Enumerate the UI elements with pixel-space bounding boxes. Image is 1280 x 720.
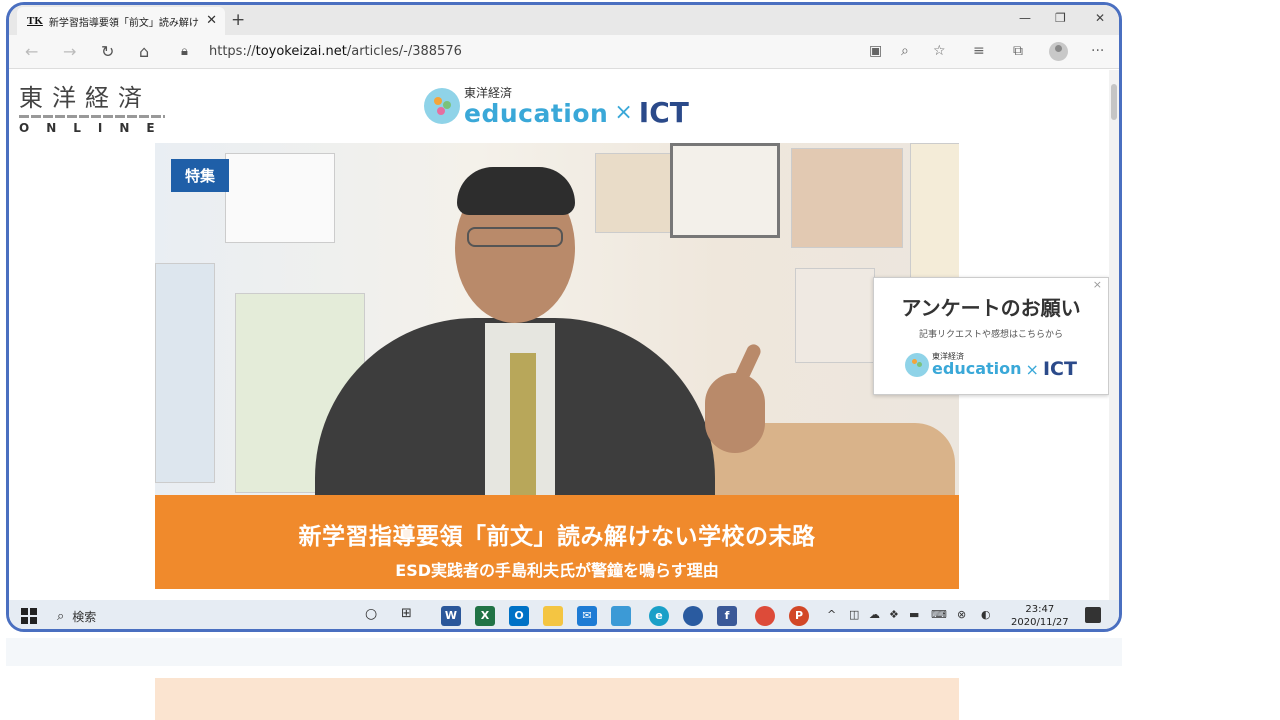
reflection-caption	[155, 678, 959, 720]
edge-icon[interactable]: e	[649, 606, 669, 626]
file-explorer-icon[interactable]	[543, 606, 563, 626]
remote-desktop-icon[interactable]	[611, 606, 631, 626]
clock-time: 23:47	[1025, 604, 1055, 615]
background-poster	[225, 153, 335, 243]
person-glasses	[467, 227, 563, 247]
brand-text: 東洋経済 education	[464, 87, 608, 126]
reflection-taskbar	[6, 638, 1122, 666]
url-field[interactable]: https://toyokeizai.net/articles/-/388576	[209, 44, 462, 59]
site-favicon-icon: TK	[27, 15, 43, 27]
restore-icon[interactable]: ❐	[1055, 11, 1066, 25]
chevron-up-icon[interactable]: ^	[827, 608, 836, 621]
home-icon[interactable]: ⌂	[139, 42, 149, 61]
url-host: toyokeizai.net	[255, 44, 347, 59]
zoom-icon[interactable]: ⌕	[901, 43, 909, 59]
mail-icon[interactable]: ✉	[577, 606, 597, 626]
forward-icon[interactable]: →	[63, 42, 76, 61]
profile-avatar[interactable]	[1049, 42, 1068, 61]
refresh-icon[interactable]: ↻	[101, 42, 114, 61]
outlook-icon[interactable]: O	[509, 606, 529, 626]
minimize-icon[interactable]: —	[1019, 11, 1031, 25]
logo-kanji: 東洋経済	[19, 84, 151, 112]
favorite-star-icon[interactable]: ☆	[933, 43, 946, 59]
survey-brand-text: 東洋経済 education	[932, 353, 1022, 377]
notification-icon[interactable]	[1085, 607, 1101, 623]
survey-brand-ict: ICT	[1042, 358, 1077, 380]
powerpoint-icon[interactable]: P	[789, 606, 809, 626]
task-view-icon[interactable]: ⊞	[401, 606, 412, 621]
person-finger	[731, 342, 763, 389]
logo-divider	[19, 115, 165, 118]
volume-muted-icon[interactable]: ⊗	[957, 608, 966, 621]
windows-start-icon[interactable]	[21, 608, 37, 624]
education-ict-logo[interactable]: 東洋経済 education × ICT	[424, 84, 689, 129]
windows-taskbar: ⌕ 検索 ○ ⊞ W X O ✉ e f P ^ ◫ ☁ ❖ ▬ ⌨ ⊗ ◐ 2…	[9, 600, 1119, 629]
word-icon[interactable]: W	[441, 606, 461, 626]
brand-x: ×	[614, 99, 633, 125]
close-window-icon[interactable]: ✕	[1095, 11, 1105, 25]
background-poster	[155, 263, 215, 483]
browser-tab[interactable]: TK 新学習指導要領「前文」読み解けな ✕	[17, 7, 225, 35]
person-tie	[510, 353, 536, 495]
chrome-icon[interactable]	[755, 606, 775, 626]
security-icon[interactable]: ◐	[981, 608, 991, 621]
search-icon: ⌕	[57, 608, 65, 624]
cortana-icon[interactable]: ○	[365, 606, 377, 622]
education-badge-icon	[905, 353, 930, 377]
tray-app-icon[interactable]: ◫	[849, 608, 859, 621]
address-bar-row: ← → ↻ ⌂ 🔒︎ https://toyokeizai.net/articl…	[9, 35, 1119, 69]
feature-badge: 特集	[171, 159, 230, 192]
background-poster	[910, 143, 959, 283]
background-certificate	[670, 143, 780, 238]
new-tab-button[interactable]: +	[231, 10, 245, 30]
tab-title: 新学習指導要領「前文」読み解けな	[48, 17, 199, 29]
hero-image[interactable]: 特集	[155, 143, 959, 495]
back-icon[interactable]: ←	[25, 42, 38, 61]
brand-main: education	[464, 98, 609, 128]
window-reflection	[6, 634, 1122, 720]
article-subtitle: ESD実践者の手島利夫氏が警鐘を鳴らす理由	[395, 561, 719, 580]
toyo-keizai-logo[interactable]: 東洋経済 ONLINE	[19, 78, 169, 135]
more-menu-icon[interactable]: ···	[1091, 43, 1104, 59]
dropbox-icon[interactable]: ❖	[889, 608, 899, 621]
tab-close-icon[interactable]: ✕	[206, 13, 217, 28]
brand-ict: ICT	[638, 95, 689, 129]
app-icon[interactable]	[683, 606, 703, 626]
survey-popup[interactable]: × アンケートのお願い 記事リクエストや感想はこちらから 東洋経済 educat…	[873, 277, 1109, 395]
survey-brand-x: ×	[1025, 359, 1039, 379]
taskbar-search[interactable]: ⌕ 検索	[57, 604, 347, 628]
excel-icon[interactable]: X	[475, 606, 495, 626]
page-content: 東洋経済 ONLINE 東洋経済 education × ICT 特集 新学習指…	[9, 70, 1109, 600]
favorites-list-icon[interactable]: ≡	[973, 43, 985, 59]
scroll-thumb[interactable]	[1111, 84, 1117, 120]
article-title: 新学習指導要領「前文」読み解けない学校の末路	[298, 524, 816, 550]
background-photo	[795, 268, 875, 363]
survey-logo: 東洋経済 education × ICT	[874, 350, 1108, 380]
survey-subtitle: 記事リクエストや感想はこちらから	[918, 330, 1063, 340]
tab-strip: TK 新学習指導要領「前文」読み解けな ✕ + — ❐ ✕	[9, 5, 1119, 35]
url-path: /articles/-/388576	[346, 44, 462, 59]
collections-icon[interactable]: ⧉	[1013, 43, 1023, 59]
battery-icon[interactable]: ▬	[909, 608, 919, 621]
read-aloud-icon[interactable]: ▣	[869, 43, 882, 59]
education-badge-icon	[424, 88, 460, 124]
survey-brand-main: education	[932, 359, 1022, 378]
url-scheme: https://	[209, 44, 256, 59]
facebook-icon[interactable]: f	[717, 606, 737, 626]
brand-small: 東洋経済	[464, 85, 513, 100]
lock-icon[interactable]: 🔒︎	[181, 44, 188, 59]
browser-window: TK 新学習指導要領「前文」読み解けな ✕ + — ❐ ✕ ← → ↻ ⌂ 🔒︎…	[6, 2, 1122, 632]
logo-online: ONLINE	[19, 121, 172, 135]
keyboard-icon[interactable]: ⌨	[931, 608, 947, 621]
person-hair	[457, 167, 575, 215]
background-photo	[791, 148, 903, 248]
close-icon[interactable]: ×	[1093, 278, 1102, 291]
survey-title: アンケートのお願い	[901, 296, 1081, 320]
search-placeholder: 検索	[72, 609, 97, 624]
clock-date: 2020/11/27	[1011, 617, 1069, 628]
page-scrollbar[interactable]	[1109, 70, 1119, 600]
hero-caption[interactable]: 新学習指導要領「前文」読み解けない学校の末路 ESD実践者の手島利夫氏が警鐘を鳴…	[155, 495, 959, 589]
taskbar-clock[interactable]: 23:47 2020/11/27	[1011, 603, 1069, 629]
onedrive-icon[interactable]: ☁	[869, 608, 880, 621]
